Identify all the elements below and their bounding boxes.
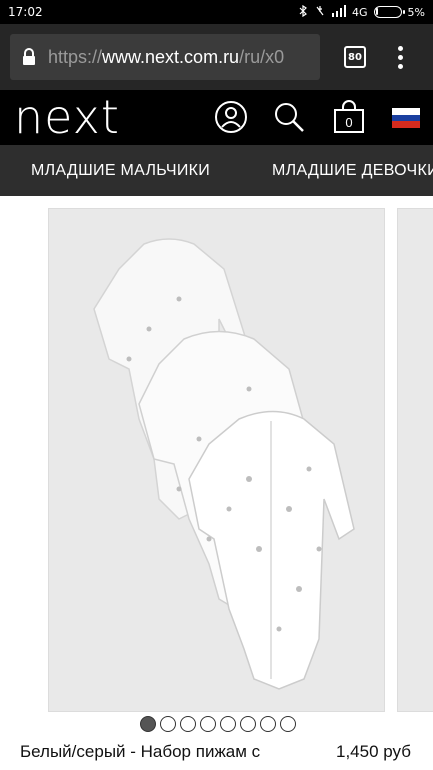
- status-bar: 17:02 4G 5%: [0, 0, 433, 24]
- battery-icon: [373, 6, 405, 18]
- bluetooth-icon: [298, 4, 308, 20]
- product-name[interactable]: Белый/серый - Набор пижам с: [20, 742, 260, 762]
- flag-stripe-blue: [392, 114, 420, 122]
- nav-item-younger-boys[interactable]: МЛАДШИЕ МАЛЬЧИКИ: [0, 162, 241, 180]
- search-icon[interactable]: [272, 100, 306, 134]
- flag-stripe-red: [392, 121, 420, 128]
- browser-menu-icon[interactable]: [398, 45, 404, 69]
- browser-toolbar: https://www.next.com.ru/ru/x0 80: [0, 24, 433, 90]
- category-nav: МЛАДШИЕ МАЛЬЧИКИ МЛАДШИЕ ДЕВОЧКИ: [0, 145, 433, 196]
- pagination-dot[interactable]: [180, 716, 196, 732]
- product-price: 1,450 руб: [336, 742, 411, 761]
- next-logo[interactable]: next: [14, 92, 120, 142]
- address-bar[interactable]: https://www.next.com.ru/ru/x0: [10, 34, 320, 80]
- nav-item-younger-girls[interactable]: МЛАДШИЕ ДЕВОЧКИ: [241, 162, 433, 180]
- url-text[interactable]: https://www.next.com.ru/ru/x0: [48, 47, 284, 68]
- site-header: next 0: [0, 90, 433, 145]
- product-image[interactable]: [48, 208, 385, 712]
- flag-stripe-white: [392, 108, 420, 115]
- pagination-dot[interactable]: [160, 716, 176, 732]
- pagination-dot[interactable]: [140, 716, 156, 732]
- pagination-dot[interactable]: [280, 716, 296, 732]
- next-product-image[interactable]: [397, 208, 433, 712]
- pagination-dot[interactable]: [200, 716, 216, 732]
- pagination-dot[interactable]: [260, 716, 276, 732]
- mute-icon: [314, 5, 326, 20]
- lock-icon: [23, 48, 35, 65]
- pagination-dot[interactable]: [220, 716, 236, 732]
- image-pagination: [140, 716, 296, 732]
- pagination-dot[interactable]: [240, 716, 256, 732]
- account-icon[interactable]: [214, 100, 248, 134]
- bag-count: 0: [345, 115, 352, 130]
- country-flag-icon[interactable]: [392, 108, 420, 128]
- network-type: 4G: [352, 5, 368, 19]
- tab-switcher-button[interactable]: 80: [344, 46, 366, 68]
- status-time: 17:02: [8, 5, 43, 19]
- sleepsuits-illustration: [93, 238, 355, 690]
- shopping-bag-icon[interactable]: 0: [332, 100, 366, 134]
- battery-percent: 5%: [407, 5, 425, 19]
- product-carousel: Белый/серый - Набор пижам с 1,450 руб: [0, 196, 433, 770]
- signal-icon: [332, 4, 347, 20]
- status-icons: 4G 5%: [298, 4, 425, 20]
